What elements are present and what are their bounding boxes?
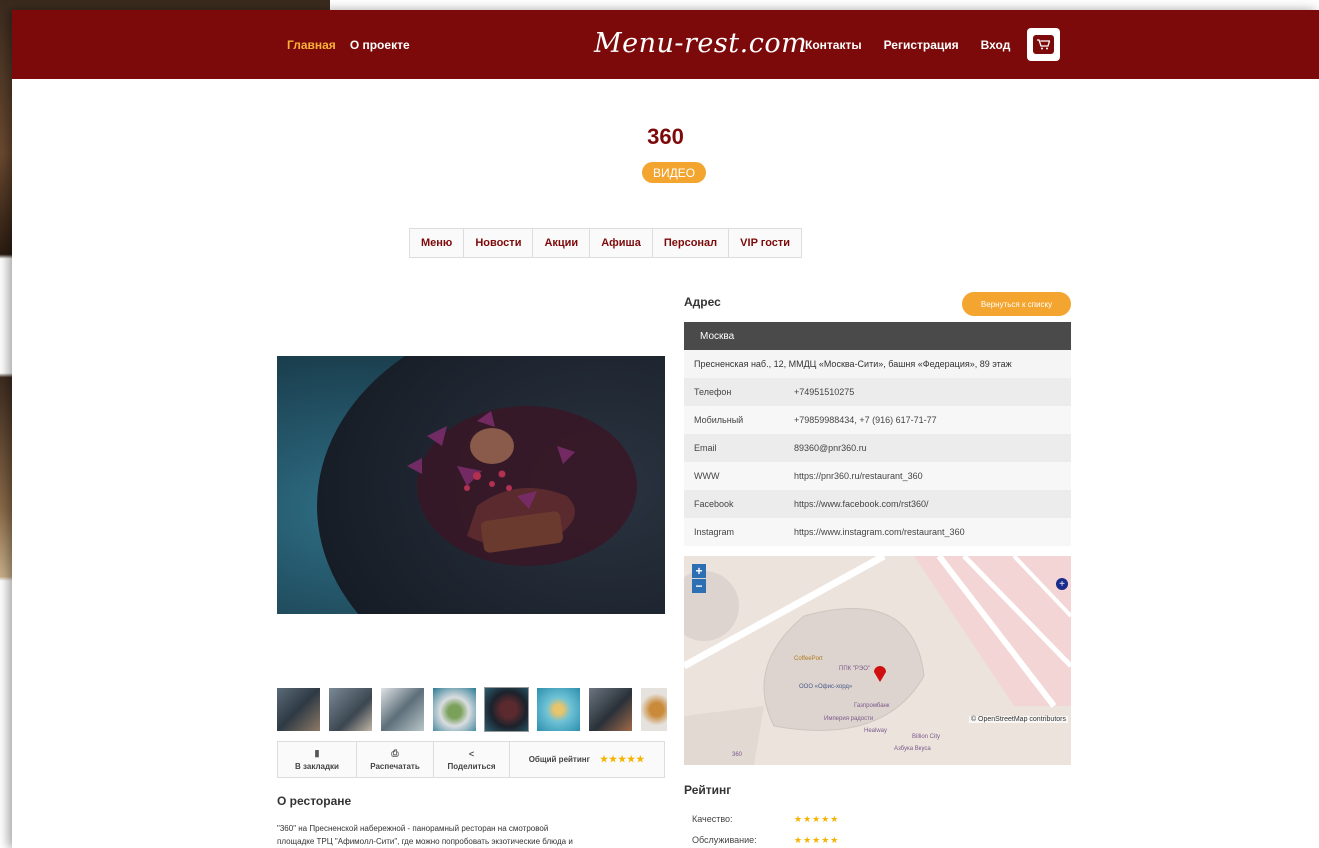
rating-row-service: Обслуживание: ★★★★★ (692, 835, 839, 846)
nav-left: Главная О проекте (287, 38, 410, 52)
page: Главная О проекте Menu-rest.com Контакты… (12, 10, 1319, 848)
tab-staff[interactable]: Персонал (652, 229, 730, 257)
rating-label: Обслуживание: (692, 835, 757, 845)
share-button[interactable]: < Поделиться (434, 742, 510, 777)
contact-row-mobile: Мобильный +79859988434, +7 (916) 617-71-… (684, 406, 1071, 434)
about-text-line: площадке ТРЦ "Афимолл-Сити", где можно п… (277, 837, 573, 846)
restaurant-name: 360 (647, 124, 684, 149)
photo-thumbnails (277, 687, 667, 732)
contact-label: Instagram (694, 527, 735, 537)
contact-value[interactable]: https://www.instagram.com/restaurant_360 (794, 527, 965, 537)
map-label: ООО «Офис-хорд» (799, 684, 853, 690)
nav-home-link[interactable]: Главная (287, 38, 336, 52)
cart-icon (1033, 35, 1054, 54)
rating-title: Рейтинг (684, 783, 732, 797)
about-text: "360" на Пресненской набережной - панора… (277, 822, 657, 848)
contact-value[interactable]: https://www.facebook.com/rst360/ (794, 499, 929, 509)
contact-row-facebook: Facebook https://www.facebook.com/rst360… (684, 490, 1071, 518)
back-to-list-button[interactable]: Вернуться к списку (962, 292, 1071, 316)
contact-value[interactable]: +79859988434, +7 (916) 617-71-77 (794, 415, 937, 425)
contact-label: Телефон (694, 387, 732, 397)
overall-rating: Общий рейтинг ★★★★★ (510, 742, 664, 777)
tab-news[interactable]: Новости (464, 229, 534, 257)
rating-label: Качество: (692, 814, 733, 824)
share-label: Поделиться (447, 761, 496, 771)
zoom-out-button[interactable]: − (692, 579, 706, 593)
about-title: О ресторане (277, 794, 352, 808)
contact-row-phone: Телефон +74951510275 (684, 378, 1071, 406)
main-dish-photo[interactable] (277, 356, 665, 614)
thumbnail[interactable] (329, 688, 372, 731)
contact-value[interactable]: 89360@pnr360.ru (794, 443, 867, 453)
print-button[interactable]: ⎙ Распечатать (357, 742, 434, 777)
bookmark-label: В закладки (295, 762, 339, 771)
bookmark-icon: ▮ (314, 748, 320, 758)
nav-right: Контакты Регистрация Вход (805, 38, 1010, 52)
map-zoom-controls: + − (692, 564, 706, 594)
nav-register-link[interactable]: Регистрация (884, 38, 959, 52)
nav-about-link[interactable]: О проекте (350, 38, 410, 52)
map-label: 360 (732, 752, 743, 758)
map-label: Империя радости (824, 716, 874, 722)
thumbnail[interactable] (484, 687, 529, 732)
contact-label: Facebook (694, 499, 734, 509)
tab-events[interactable]: Афиша (590, 229, 653, 257)
contact-label: Email (694, 443, 717, 453)
thumbnail[interactable] (537, 688, 580, 731)
rating-stars: ★★★★★ (794, 814, 840, 824)
map-label: ППК "РЭО" (839, 666, 871, 672)
overall-rating-stars: ★★★★★ (599, 754, 646, 764)
site-logo[interactable]: Menu-rest.com (594, 28, 807, 59)
nav-contacts-link[interactable]: Контакты (805, 38, 862, 52)
overall-rating-label: Общий рейтинг (528, 755, 590, 764)
nav-login-link[interactable]: Вход (981, 38, 1011, 52)
about-text-line: "360" на Пресненской набережной - панора… (277, 824, 549, 833)
contact-value[interactable]: +74951510275 (794, 387, 854, 397)
thumbnail[interactable] (381, 688, 424, 731)
restaurant-tabs: Меню Новости Акции Афиша Персонал VIP го… (409, 228, 803, 258)
video-button[interactable]: ВИДЕО (642, 162, 706, 183)
map-label: Газпромбанк (854, 703, 890, 709)
contact-row-www: WWW https://pnr360.ru/restaurant_360 (684, 462, 1071, 490)
address-title: Адрес (684, 295, 721, 309)
contact-value[interactable]: https://pnr360.ru/restaurant_360 (794, 471, 923, 481)
print-icon: ⎙ (391, 748, 399, 758)
map-label: Healway (864, 728, 888, 734)
tab-menu[interactable]: Меню (410, 229, 465, 257)
top-navigation: Главная О проекте Menu-rest.com Контакты… (12, 10, 1319, 79)
thumbnail[interactable] (589, 688, 632, 731)
contact-label: Мобильный (694, 415, 744, 425)
map-label: Азбука Вкуса (894, 746, 931, 752)
map-label: CoffeePort (794, 656, 823, 662)
print-label: Распечатать (370, 762, 420, 771)
rating-stars: ★★★★★ (794, 835, 840, 845)
contact-row-instagram: Instagram https://www.instagram.com/rest… (684, 518, 1071, 546)
map-layers-icon[interactable]: + (1056, 578, 1068, 590)
tab-vip-guests[interactable]: VIP гости (729, 229, 802, 257)
zoom-in-button[interactable]: + (692, 564, 706, 578)
contact-label: WWW (694, 471, 720, 481)
bookmark-button[interactable]: ▮ В закладки (278, 742, 357, 777)
contact-table: Телефон +74951510275 Мобильный +79859988… (684, 378, 1071, 546)
map-label: Billion City (912, 734, 941, 740)
cart-button[interactable] (1027, 28, 1060, 61)
thumbnail[interactable] (433, 688, 476, 731)
location-map[interactable]: + − + CoffeePort ППК "РЭО" ООО «Офис-хор… (684, 556, 1071, 765)
contact-row-email: Email 89360@pnr360.ru (684, 434, 1071, 462)
share-icon: < (468, 748, 475, 759)
full-address: Пресненская наб., 12, ММДЦ «Москва-Сити»… (684, 350, 1071, 378)
action-bar: ▮ В закладки ⎙ Распечатать < Поделиться … (277, 741, 665, 778)
tab-promotions[interactable]: Акции (533, 229, 591, 257)
thumbnail[interactable] (641, 688, 667, 731)
map-attribution[interactable]: © OpenStreetMap contributors (968, 716, 1068, 723)
thumbnail[interactable] (277, 688, 320, 731)
city-header: Москва (684, 322, 1071, 350)
rating-row-quality: Качество: ★★★★★ (692, 814, 839, 825)
